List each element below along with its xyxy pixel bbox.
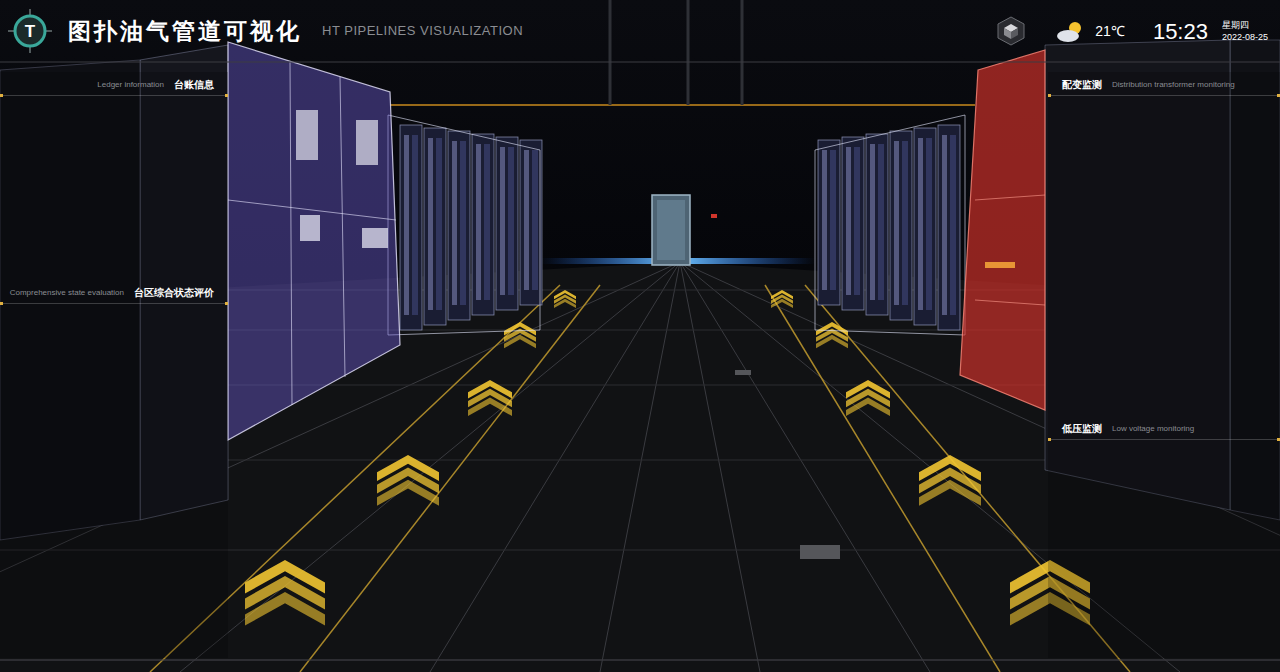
temperature: 21℃ <box>1095 21 1125 42</box>
panel-heading: 配变监测 <box>1062 79 1102 91</box>
weekday: 星期四 <box>1222 19 1268 31</box>
weather-icon <box>1055 18 1087 44</box>
panel-dot-icon <box>1277 94 1280 97</box>
clock-time: 15:23 <box>1153 15 1208 48</box>
panel-dot-icon <box>1048 94 1051 97</box>
right-column: 配变监测 Distribution transformer monitoring 低… <box>1048 72 1280 658</box>
panel-dot-icon <box>225 94 228 97</box>
panel-subtitle: Distribution transformer monitoring <box>1112 79 1235 91</box>
left-panel: Ledger information 台账信息 <box>0 72 228 280</box>
date-block: 星期四2022-08-25 <box>1222 19 1268 43</box>
right-panel: 低压监测 Low voltage monitoring <box>1048 416 1280 658</box>
right-panel: 配变监测 Distribution transformer monitoring <box>1048 72 1280 416</box>
content: Ledger information 台账信息 Comprehensive stat… <box>0 62 1280 672</box>
svg-text:T: T <box>25 22 36 41</box>
panel-title: Comprehensive state evaluation 台区综合状态评价 <box>0 280 228 304</box>
panel-dot-icon <box>0 302 3 305</box>
app-title: 图扑油气管道可视化 <box>68 14 302 49</box>
app-subtitle: HT PIPELINES VISUALIZATION <box>322 21 523 41</box>
panel-heading: 台账信息 <box>174 79 214 91</box>
panel-subtitle: Comprehensive state evaluation <box>10 287 124 299</box>
left-column: Ledger information 台账信息 Comprehensive stat… <box>0 72 228 658</box>
panel-dot-icon <box>225 302 228 305</box>
logo-icon: T <box>6 7 54 55</box>
panel-title: Ledger information 台账信息 <box>0 72 228 96</box>
header: T 图扑油气管道可视化 HT PIPELINES VISUALIZATION 21℃ 1… <box>0 0 1280 62</box>
panel-subtitle: Ledger information <box>97 79 164 91</box>
overlay: T 图扑油气管道可视化 HT PIPELINES VISUALIZATION 21℃ 1… <box>0 0 1280 672</box>
panel-dot-icon <box>1048 438 1051 441</box>
panel-subtitle: Low voltage monitoring <box>1112 423 1194 435</box>
panel-title: 配变监测 Distribution transformer monitoring <box>1048 72 1280 96</box>
panel-heading: 低压监测 <box>1062 423 1102 435</box>
panel-dot-icon <box>1277 438 1280 441</box>
left-panel: Comprehensive state evaluation 台区综合状态评价 <box>0 280 228 658</box>
panel-dot-icon <box>0 94 3 97</box>
app: T 图扑油气管道可视化 HT PIPELINES VISUALIZATION 21℃ 1… <box>0 0 1280 672</box>
cube-icon[interactable] <box>997 16 1025 46</box>
panel-heading: 台区综合状态评价 <box>134 287 214 299</box>
panel-title: 低压监测 Low voltage monitoring <box>1048 416 1280 440</box>
date: 2022-08-25 <box>1222 31 1268 43</box>
